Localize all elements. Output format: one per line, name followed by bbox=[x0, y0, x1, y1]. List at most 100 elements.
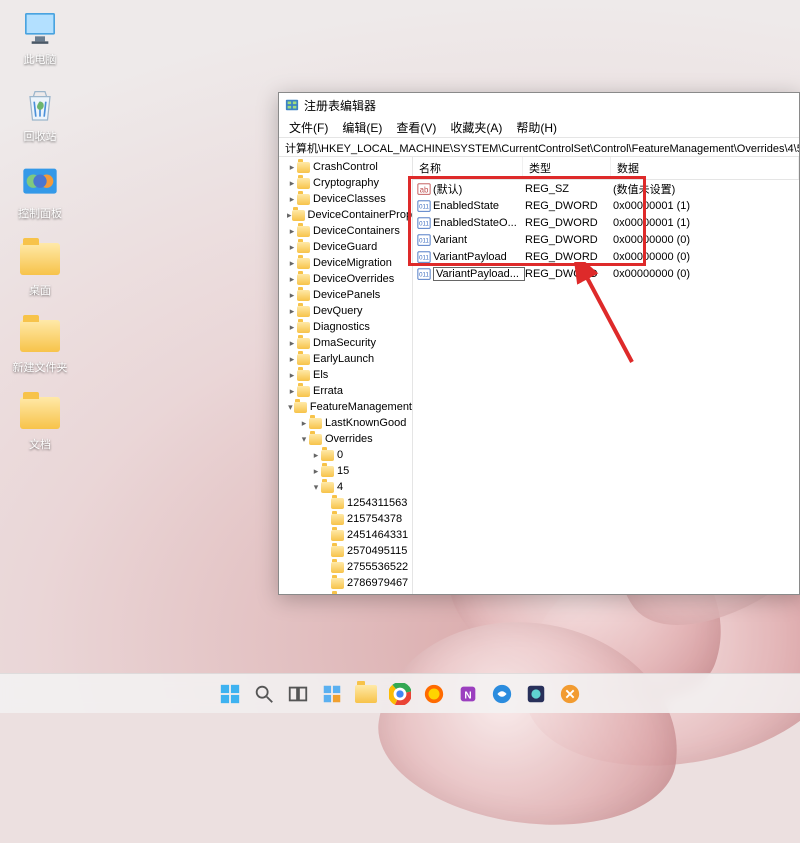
value-name: (默认) bbox=[433, 181, 525, 197]
tree-node[interactable]: 3476628106 bbox=[279, 591, 412, 594]
tree-node[interactable]: ▾Overrides bbox=[279, 431, 412, 447]
value-row[interactable]: 011VariantPayload...REG_DWORD0x00000000 … bbox=[413, 265, 799, 282]
tree-node-label: 215754378 bbox=[347, 513, 402, 525]
taskbar-app-icon-4[interactable] bbox=[522, 680, 550, 708]
menu-help[interactable]: 帮助(H) bbox=[510, 117, 563, 137]
chevron-right-icon[interactable]: ▸ bbox=[287, 306, 297, 317]
tree-node[interactable]: ▸Els bbox=[279, 367, 412, 383]
tree-node[interactable]: 2570495115 bbox=[279, 543, 412, 559]
chevron-right-icon[interactable]: ▸ bbox=[287, 258, 297, 269]
value-row[interactable]: 011VariantREG_DWORD0x00000000 (0) bbox=[413, 231, 799, 248]
taskbar: N bbox=[0, 673, 800, 713]
value-data: 0x00000000 (0) bbox=[613, 234, 799, 246]
tree-node[interactable]: 2755536522 bbox=[279, 559, 412, 575]
value-list[interactable]: 名称 类型 数据 ab(默认)REG_SZ(数值未设置)011EnabledSt… bbox=[413, 157, 799, 594]
tree-node[interactable]: ▸Diagnostics bbox=[279, 319, 412, 335]
tree-node[interactable]: ▾4 bbox=[279, 479, 412, 495]
taskbar-explorer-icon[interactable] bbox=[352, 680, 380, 708]
taskbar-app-icon-2[interactable]: N bbox=[454, 680, 482, 708]
desktop-icon-folder-2[interactable]: 新建文件夹 bbox=[8, 316, 72, 375]
tree-node[interactable]: ▸ DevicePanels bbox=[279, 287, 412, 303]
tree-node[interactable]: ▸DeviceMigration bbox=[279, 255, 412, 271]
tree-node[interactable]: ▸ DeviceOverrides bbox=[279, 271, 412, 287]
taskbar-app-icon-5[interactable] bbox=[556, 680, 584, 708]
desktop-icon-recycle-bin[interactable]: 回收站 bbox=[8, 85, 72, 144]
chevron-right-icon[interactable]: ▸ bbox=[287, 194, 297, 205]
menu-edit[interactable]: 编辑(E) bbox=[336, 117, 388, 137]
tree-node-label: DeviceOverrides bbox=[313, 273, 394, 285]
tree-node[interactable]: ▸DmaSecurity bbox=[279, 335, 412, 351]
desktop-icon-control-panel[interactable]: 控制面板 bbox=[8, 162, 72, 221]
tree-node[interactable]: ▸Errata bbox=[279, 383, 412, 399]
chevron-right-icon[interactable]: ▸ bbox=[311, 450, 321, 461]
chevron-right-icon[interactable]: ▸ bbox=[287, 386, 297, 397]
header-type[interactable]: 类型 bbox=[523, 157, 611, 179]
value-row[interactable]: 011EnabledStateREG_DWORD0x00000001 (1) bbox=[413, 197, 799, 214]
tree-node[interactable]: ▸0 bbox=[279, 447, 412, 463]
taskbar-app-icon-1[interactable] bbox=[420, 680, 448, 708]
value-row[interactable]: 011EnabledStateO...REG_DWORD0x00000001 (… bbox=[413, 214, 799, 231]
taskbar-start-button[interactable] bbox=[216, 680, 244, 708]
tree-node[interactable]: ▸DevQuery bbox=[279, 303, 412, 319]
tree-node[interactable]: ▸EarlyLaunch bbox=[279, 351, 412, 367]
tree-node[interactable]: 2451464331 bbox=[279, 527, 412, 543]
chevron-right-icon[interactable]: ▸ bbox=[287, 290, 297, 301]
folder-icon bbox=[297, 354, 310, 365]
desktop-icon-folder-3[interactable]: 文档 bbox=[8, 393, 72, 452]
address-bar[interactable]: 计算机\HKEY_LOCAL_MACHINE\SYSTEM\CurrentCon… bbox=[279, 137, 799, 157]
tree-node[interactable]: 215754378 bbox=[279, 511, 412, 527]
folder-icon bbox=[294, 402, 307, 413]
tree-node[interactable]: ▸LastKnownGood bbox=[279, 415, 412, 431]
chevron-right-icon[interactable]: ▸ bbox=[287, 210, 292, 221]
folder-icon bbox=[297, 306, 310, 317]
chevron-right-icon[interactable]: ▸ bbox=[287, 226, 297, 237]
registry-tree[interactable]: ▸ CrashControl ▸Cryptography▸DeviceClasses… bbox=[279, 157, 413, 594]
chevron-right-icon[interactable]: ▸ bbox=[287, 242, 297, 253]
taskbar-chrome-icon[interactable] bbox=[386, 680, 414, 708]
chevron-right-icon[interactable]: ▸ bbox=[287, 354, 297, 365]
value-row[interactable]: ab(默认)REG_SZ(数值未设置) bbox=[413, 180, 799, 197]
chevron-right-icon[interactable]: ▸ bbox=[299, 418, 309, 429]
header-name[interactable]: 名称 bbox=[413, 157, 523, 179]
tree-node[interactable]: 1254311563 bbox=[279, 495, 412, 511]
tree-node[interactable]: ▾ FeatureManagement bbox=[279, 399, 412, 415]
tree-node-label: FeatureManagement bbox=[310, 401, 412, 413]
tree-node[interactable]: ▸DeviceGuard bbox=[279, 239, 412, 255]
folder-icon bbox=[297, 194, 310, 205]
tree-node[interactable]: ▸DeviceContainers bbox=[279, 223, 412, 239]
chevron-right-icon[interactable]: ▸ bbox=[311, 466, 321, 477]
chevron-right-icon[interactable]: ▸ bbox=[287, 178, 297, 189]
menu-view[interactable]: 查看(V) bbox=[390, 117, 442, 137]
chevron-right-icon[interactable]: ▸ bbox=[287, 370, 297, 381]
chevron-right-icon[interactable]: ▸ bbox=[287, 338, 297, 349]
menu-file[interactable]: 文件(F) bbox=[283, 117, 334, 137]
menu-favorites[interactable]: 收藏夹(A) bbox=[444, 117, 508, 137]
chevron-down-icon[interactable]: ▾ bbox=[299, 434, 309, 445]
chevron-right-icon[interactable]: ▸ bbox=[287, 274, 297, 285]
chevron-down-icon[interactable]: ▾ bbox=[287, 402, 294, 413]
taskbar-taskview-icon[interactable] bbox=[284, 680, 312, 708]
folder-icon bbox=[297, 386, 310, 397]
tree-node[interactable]: 2786979467 bbox=[279, 575, 412, 591]
tree-node[interactable]: ▸Cryptography bbox=[279, 175, 412, 191]
chevron-down-icon[interactable]: ▾ bbox=[311, 482, 321, 493]
tree-node[interactable]: ▸DeviceContainerPropertyUpd bbox=[279, 207, 412, 223]
chevron-right-icon[interactable]: ▸ bbox=[287, 322, 297, 333]
folder-icon bbox=[331, 594, 344, 595]
value-row[interactable]: 011VariantPayloadREG_DWORD0x00000000 (0) bbox=[413, 248, 799, 265]
value-headers: 名称 类型 数据 bbox=[413, 157, 799, 180]
tree-node[interactable]: ▸DeviceClasses bbox=[279, 191, 412, 207]
taskbar-app-icon-3[interactable] bbox=[488, 680, 516, 708]
titlebar[interactable]: 注册表编辑器 bbox=[279, 93, 799, 117]
value-type: REG_DWORD bbox=[525, 200, 613, 212]
chevron-right-icon[interactable]: ▸ bbox=[287, 162, 297, 173]
header-data[interactable]: 数据 bbox=[611, 157, 799, 179]
taskbar-search-icon[interactable] bbox=[250, 680, 278, 708]
tree-node-label: DevicePanels bbox=[313, 289, 380, 301]
taskbar-widgets-icon[interactable] bbox=[318, 680, 346, 708]
desktop-icon-this-pc[interactable]: 此电脑 bbox=[8, 8, 72, 67]
desktop-icon-folder-1[interactable]: 桌面 bbox=[8, 239, 72, 298]
tree-node[interactable]: ▸ CrashControl bbox=[279, 159, 412, 175]
tree-node[interactable]: ▸15 bbox=[279, 463, 412, 479]
tree-node-label: CrashControl bbox=[313, 161, 378, 173]
